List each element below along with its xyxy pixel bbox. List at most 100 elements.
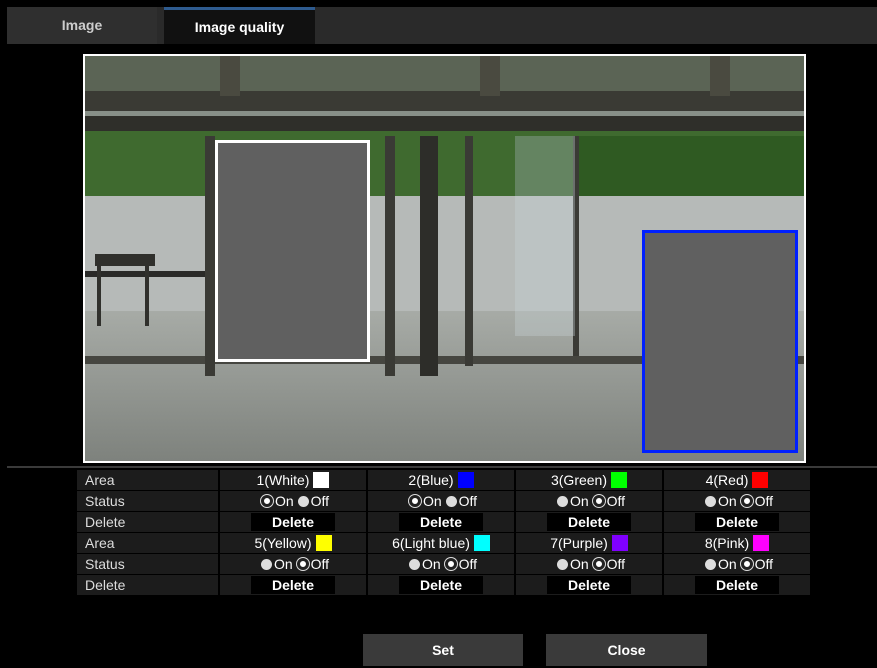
area-4-header: 4(Red) — [664, 470, 810, 490]
area-6-status: On Off — [368, 554, 514, 574]
area-1-name: 1(White) — [256, 472, 310, 488]
area-2-off-label: Off — [458, 493, 478, 509]
status-row-1: Status On Off On Off On Off On Off — [77, 490, 811, 511]
area-2-on-label: On — [422, 493, 442, 509]
area-3-header: 3(Green) — [516, 470, 662, 490]
area-4-on-radio[interactable] — [704, 496, 716, 507]
area-7-delete-button[interactable]: Delete — [547, 576, 631, 594]
area-2-status: On Off — [368, 491, 514, 511]
mask-area-table: Area 1(White) 2(Blue) 3(Green) 4(Red) St… — [77, 469, 811, 595]
area-3-status: On Off — [516, 491, 662, 511]
area-5-color-swatch — [315, 535, 332, 551]
area-2-delete-cell: Delete — [368, 512, 514, 532]
area-6-color-swatch — [473, 535, 490, 551]
area-8-off-radio[interactable] — [740, 558, 753, 570]
area-7-color-swatch — [611, 535, 628, 551]
area-6-header: 6(Light blue) — [368, 533, 514, 553]
area-row-2: Area 5(Yellow) 6(Light blue) 7(Purple) 8… — [77, 532, 811, 553]
area-8-status: On Off — [664, 554, 810, 574]
area-4-off-radio[interactable] — [740, 495, 753, 507]
area-5-delete-cell: Delete — [220, 575, 366, 595]
area-8-off-label: Off — [754, 556, 774, 572]
area-8-name: 8(Pink) — [704, 535, 750, 551]
area-1-header: 1(White) — [220, 470, 366, 490]
area-3-delete-button[interactable]: Delete — [547, 513, 631, 531]
area-1-delete-cell: Delete — [220, 512, 366, 532]
privacy-mask-2-blue[interactable] — [642, 230, 798, 453]
area-3-color-swatch — [611, 472, 628, 488]
area-2-on-radio[interactable] — [408, 495, 421, 507]
area-6-off-label: Off — [458, 556, 478, 572]
set-button[interactable]: Set — [363, 634, 523, 666]
area-2-delete-button[interactable]: Delete — [399, 513, 483, 531]
area-7-off-radio[interactable] — [592, 558, 605, 570]
delete-label: Delete — [77, 512, 218, 532]
area-7-name: 7(Purple) — [550, 535, 608, 551]
area-3-delete-cell: Delete — [516, 512, 662, 532]
area-4-delete-button[interactable]: Delete — [695, 513, 779, 531]
area-2-off-radio[interactable] — [445, 496, 457, 507]
area-3-name: 3(Green) — [550, 472, 608, 488]
area-8-delete-cell: Delete — [664, 575, 810, 595]
area-3-on-radio[interactable] — [556, 496, 568, 507]
area-7-delete-cell: Delete — [516, 575, 662, 595]
area-label: Area — [77, 533, 218, 553]
area-8-header: 8(Pink) — [664, 533, 810, 553]
area-5-delete-button[interactable]: Delete — [251, 576, 335, 594]
area-4-off-label: Off — [754, 493, 774, 509]
area-8-on-label: On — [717, 556, 737, 572]
area-5-on-label: On — [273, 556, 293, 572]
area-row-1: Area 1(White) 2(Blue) 3(Green) 4(Red) — [77, 469, 811, 490]
area-2-header: 2(Blue) — [368, 470, 514, 490]
area-7-on-label: On — [569, 556, 589, 572]
area-1-status: On Off — [220, 491, 366, 511]
area-4-color-swatch — [752, 472, 769, 488]
area-4-name: 4(Red) — [705, 472, 749, 488]
area-5-name: 5(Yellow) — [254, 535, 312, 551]
camera-preview[interactable] — [83, 54, 806, 463]
area-2-name: 2(Blue) — [408, 472, 454, 488]
area-6-name: 6(Light blue) — [392, 535, 470, 551]
close-button[interactable]: Close — [546, 634, 707, 666]
delete-row-2: Delete Delete Delete Delete Delete — [77, 574, 811, 595]
area-3-off-radio[interactable] — [592, 495, 605, 507]
area-5-off-label: Off — [310, 556, 330, 572]
area-1-off-radio[interactable] — [297, 496, 309, 507]
area-8-on-radio[interactable] — [704, 559, 716, 570]
area-5-off-radio[interactable] — [296, 558, 309, 570]
area-8-color-swatch — [753, 535, 770, 551]
area-6-delete-cell: Delete — [368, 575, 514, 595]
image-quality-window: Image Image quality Area 1(White) 2(Blue… — [7, 7, 877, 668]
area-5-on-radio[interactable] — [260, 559, 272, 570]
privacy-mask-1-white[interactable] — [215, 140, 370, 362]
area-6-delete-button[interactable]: Delete — [399, 576, 483, 594]
area-4-delete-cell: Delete — [664, 512, 810, 532]
area-6-on-label: On — [421, 556, 441, 572]
tab-image-quality[interactable]: Image quality — [164, 7, 315, 44]
delete-label: Delete — [77, 575, 218, 595]
area-1-color-swatch — [313, 472, 330, 488]
area-2-color-swatch — [457, 472, 474, 488]
delete-row-1: Delete Delete Delete Delete Delete — [77, 511, 811, 532]
area-3-on-label: On — [569, 493, 589, 509]
area-4-on-label: On — [717, 493, 737, 509]
divider — [7, 466, 877, 468]
status-row-2: Status On Off On Off On Off On Off — [77, 553, 811, 574]
area-7-status: On Off — [516, 554, 662, 574]
status-label: Status — [77, 554, 218, 574]
area-4-status: On Off — [664, 491, 810, 511]
area-8-delete-button[interactable]: Delete — [695, 576, 779, 594]
area-1-off-label: Off — [310, 493, 330, 509]
area-1-delete-button[interactable]: Delete — [251, 513, 335, 531]
area-7-off-label: Off — [606, 556, 626, 572]
area-7-on-radio[interactable] — [556, 559, 568, 570]
area-5-header: 5(Yellow) — [220, 533, 366, 553]
area-label: Area — [77, 470, 218, 490]
status-label: Status — [77, 491, 218, 511]
area-6-off-radio[interactable] — [444, 558, 457, 570]
area-1-on-radio[interactable] — [260, 495, 273, 507]
area-1-on-label: On — [274, 493, 294, 509]
area-3-off-label: Off — [606, 493, 626, 509]
area-6-on-radio[interactable] — [408, 559, 420, 570]
tab-image[interactable]: Image — [7, 7, 157, 44]
